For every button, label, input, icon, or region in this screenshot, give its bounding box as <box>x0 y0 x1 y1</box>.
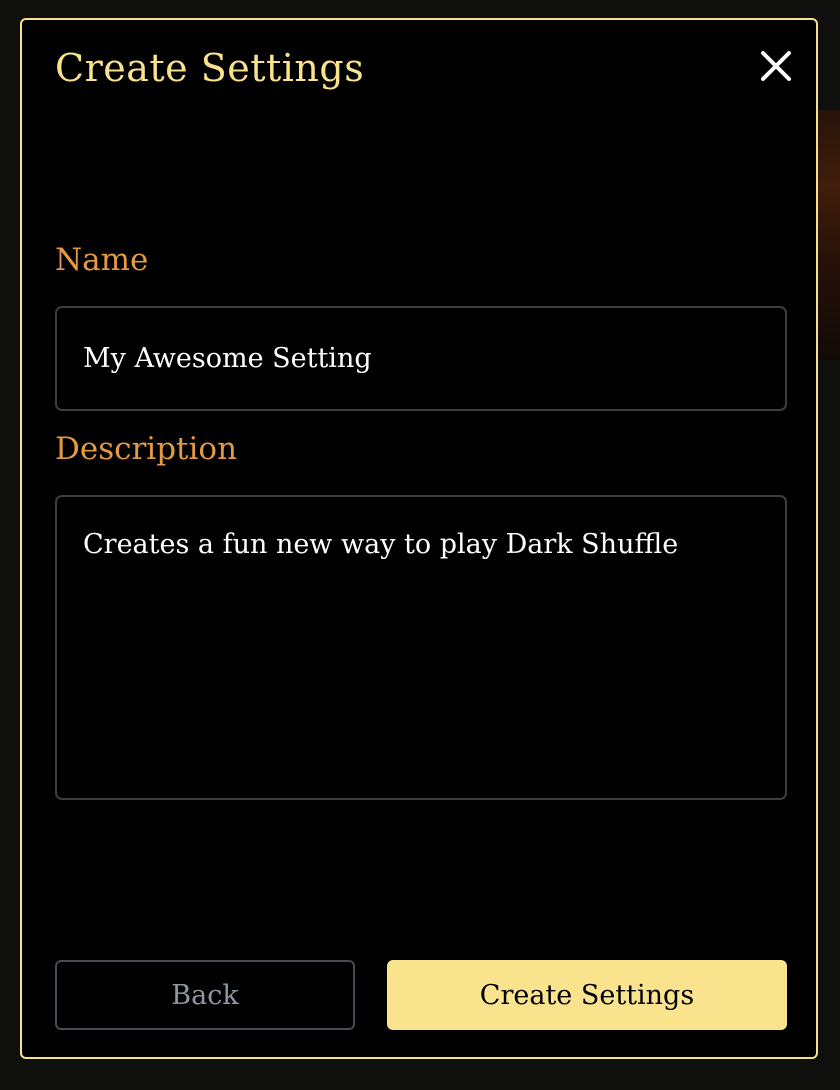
back-button[interactable]: Back <box>55 960 355 1030</box>
close-button[interactable] <box>758 48 794 84</box>
name-label: Name <box>55 242 149 278</box>
description-label: Description <box>55 431 238 467</box>
close-icon <box>761 51 791 81</box>
dialog-title: Create Settings <box>55 46 365 90</box>
name-input[interactable] <box>55 306 787 411</box>
create-settings-dialog: Create Settings Name Description Creates… <box>20 18 818 1059</box>
create-settings-button[interactable]: Create Settings <box>387 960 787 1030</box>
description-textarea[interactable]: Creates a fun new way to play Dark Shuff… <box>55 495 787 800</box>
